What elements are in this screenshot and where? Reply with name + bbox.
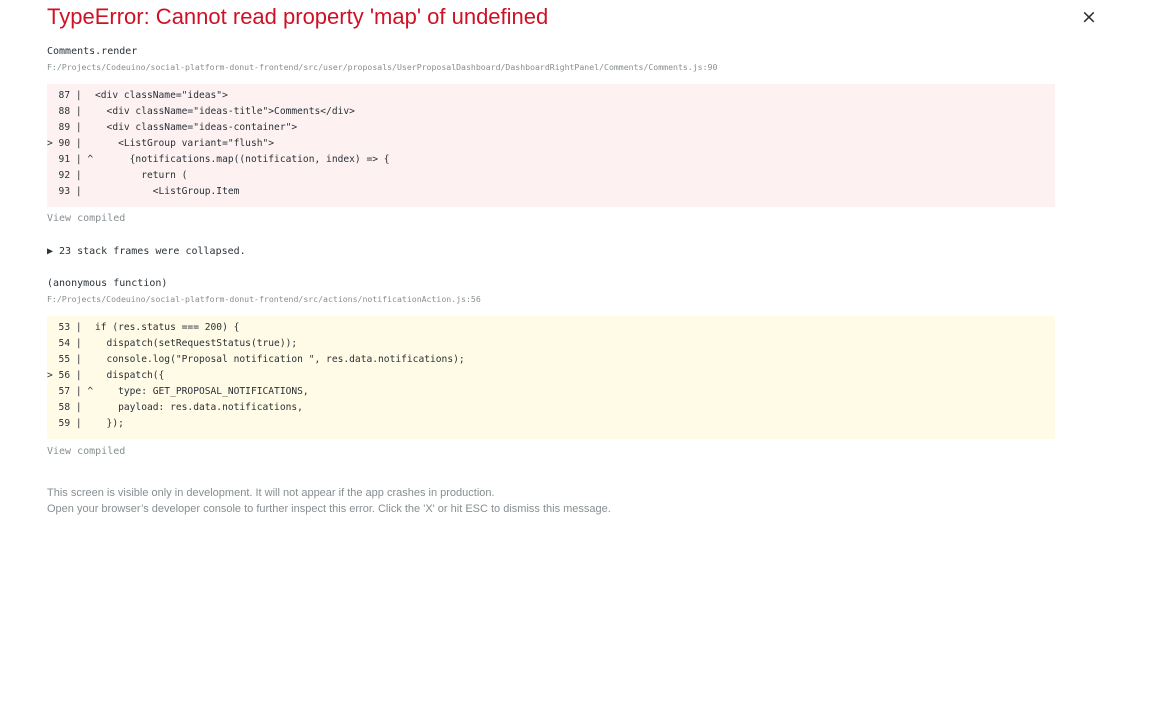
code-line: 93 | <ListGroup.Item (47, 184, 1055, 200)
line-number: 53 | (47, 322, 88, 333)
stack-frame-name: Comments.render (47, 46, 138, 57)
code-text: dispatch(setRequestStatus(true)); (95, 338, 298, 349)
code-text: if (res.status === 200) { (95, 322, 240, 333)
code-text: payload: res.data.notifications, (95, 402, 303, 413)
line-number: 92 | (47, 170, 88, 181)
view-compiled-link[interactable]: View compiled (47, 213, 125, 225)
stack-frame-file: F:/Projects/Codeuino/social-platform-don… (47, 62, 718, 72)
code-line: 58 | payload: res.data.notifications, (47, 400, 1055, 416)
line-number: 55 | (47, 354, 88, 365)
line-number: 58 | (47, 402, 88, 413)
line-number: > 56 | (47, 370, 88, 381)
line-number: 59 | (47, 418, 88, 429)
line-number: 54 | (47, 338, 88, 349)
line-number: 93 | (47, 186, 88, 197)
stack-frame-file: F:/Projects/Codeuino/social-platform-don… (47, 294, 481, 304)
code-line: 89 | <div className="ideas-container"> (47, 120, 1055, 136)
code-text: {notifications.map((notification, index)… (95, 154, 390, 165)
close-button[interactable]: × (1081, 7, 1097, 27)
code-line: 88 | <div className="ideas-title">Commen… (47, 104, 1055, 120)
code-text: <div className="ideas-container"> (95, 122, 298, 133)
code-text: }); (95, 418, 124, 429)
code-text: <ListGroup variant="flush"> (95, 138, 275, 149)
code-snippet: 53 | if (res.status === 200) { 54 | disp… (47, 316, 1055, 439)
code-snippet: 87 | <div className="ideas"> 88 | <div c… (47, 84, 1055, 207)
line-number: 87 | (47, 90, 88, 101)
code-line-highlighted: > 90 | <ListGroup variant="flush"> (47, 136, 1055, 152)
code-line: 91 | ^ {notifications.map((notification,… (47, 152, 1055, 168)
code-text: <ListGroup.Item (95, 186, 240, 197)
line-number: 89 | (47, 122, 88, 133)
code-line: 92 | return ( (47, 168, 1055, 184)
code-line: 59 | }); (47, 416, 1055, 432)
code-line: 57 | ^ type: GET_PROPOSAL_NOTIFICATIONS, (47, 384, 1055, 400)
footer-note: This screen is visible only in developme… (47, 487, 495, 499)
code-text: dispatch({ (95, 370, 165, 381)
code-text: console.log("Proposal notification ", re… (95, 354, 465, 365)
error-title: TypeError: Cannot read property 'map' of… (47, 4, 549, 29)
code-line: 53 | if (res.status === 200) { (47, 320, 1055, 336)
code-text: return ( (95, 170, 188, 181)
stack-frame-name: (anonymous function) (47, 278, 168, 289)
line-number: 91 | ^ (47, 154, 94, 165)
view-compiled-link[interactable]: View compiled (47, 446, 125, 458)
code-line: 55 | console.log("Proposal notification … (47, 352, 1055, 368)
line-number: > 90 | (47, 138, 88, 149)
code-text: <div className="ideas-title">Comments</d… (95, 106, 355, 117)
code-line: 87 | <div className="ideas"> (47, 88, 1055, 104)
footer-note: Open your browser’s developer console to… (47, 503, 611, 515)
code-line-highlighted: > 56 | dispatch({ (47, 368, 1055, 384)
code-text: type: GET_PROPOSAL_NOTIFICATIONS, (95, 386, 309, 397)
code-text: <div className="ideas"> (95, 90, 228, 101)
line-number: 57 | ^ (47, 386, 94, 397)
code-line: 54 | dispatch(setRequestStatus(true)); (47, 336, 1055, 352)
line-number: 88 | (47, 106, 88, 117)
collapsed-frames-toggle[interactable]: ▶ 23 stack frames were collapsed. (47, 246, 246, 258)
